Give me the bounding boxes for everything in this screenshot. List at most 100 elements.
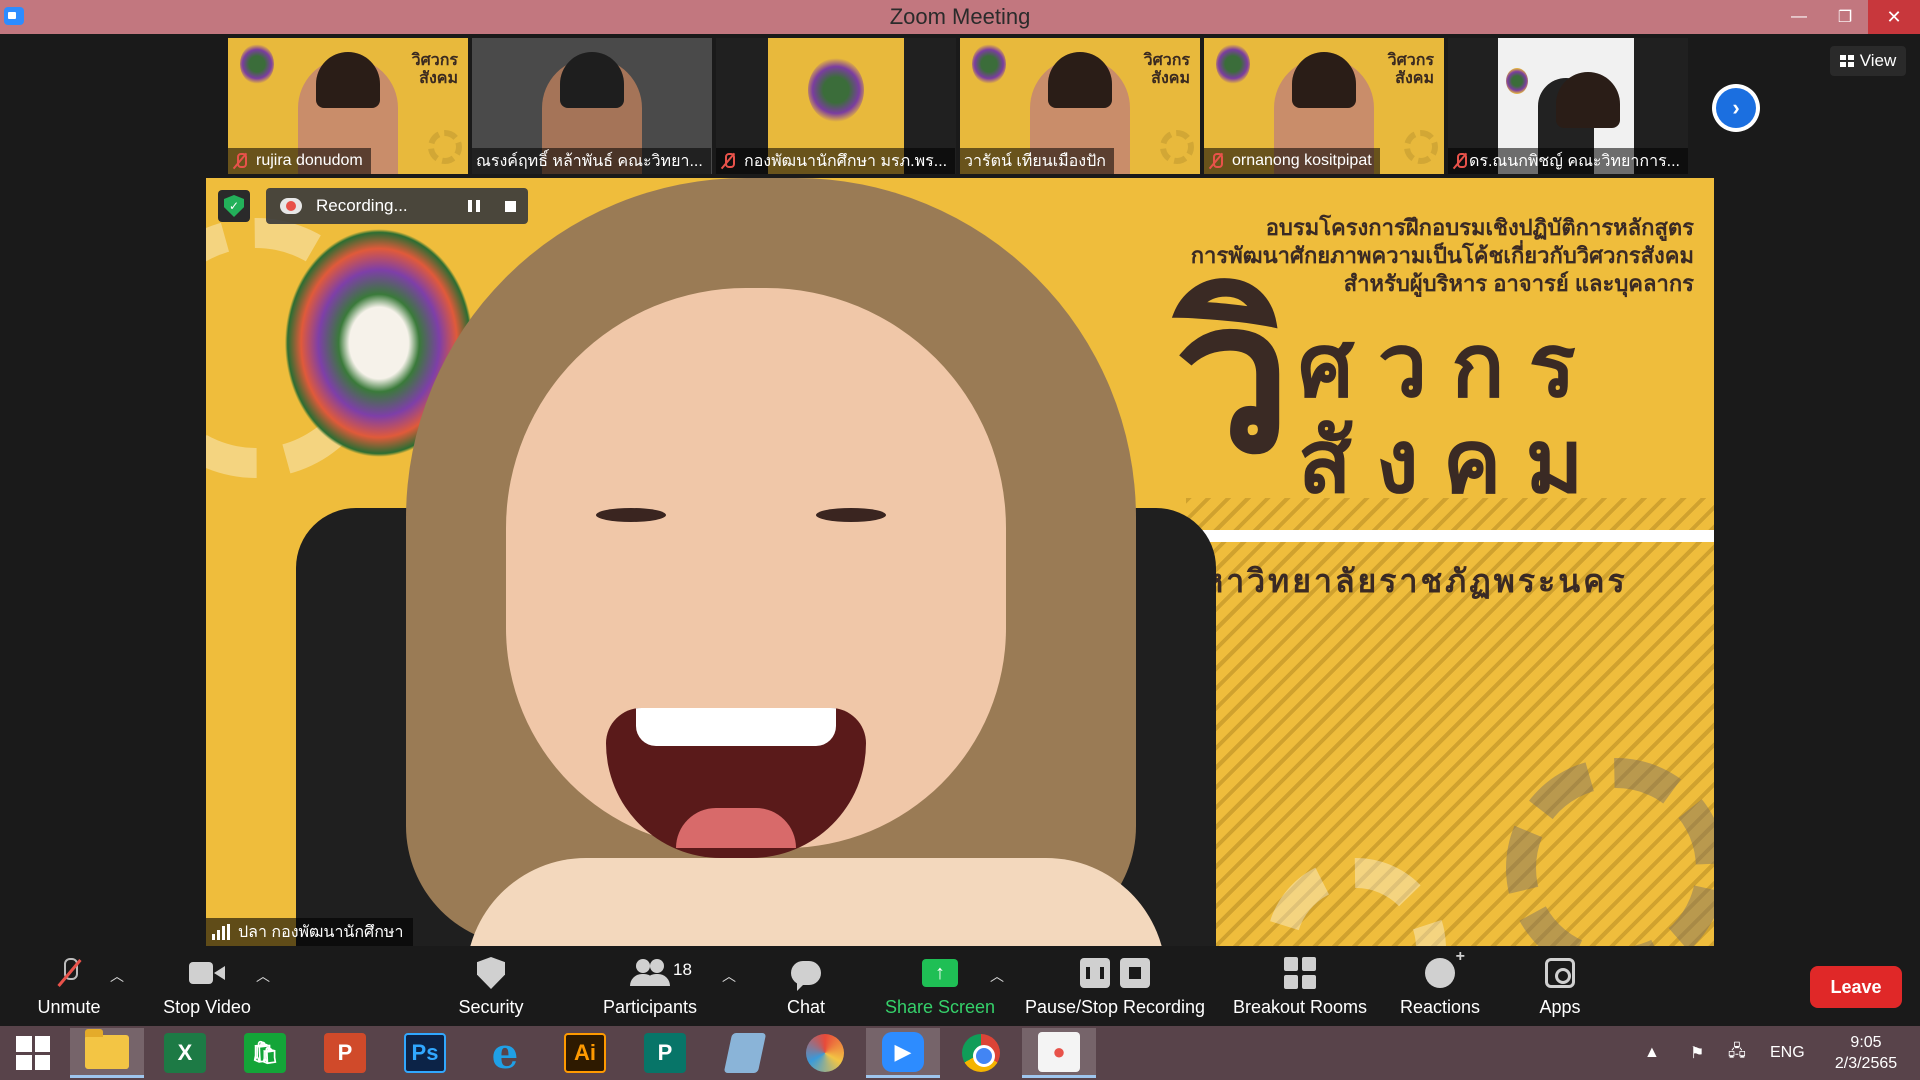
participant-tile[interactable]: ณรงค์ฤทธิ์ หล้าพันธ์ คณะวิทยา...	[472, 38, 712, 174]
restore-button[interactable]: ❐	[1822, 0, 1868, 34]
share-screen-label: Share Screen	[884, 997, 996, 1017]
mic-muted-icon	[1452, 152, 1467, 170]
reactions-button[interactable]: Reactions	[1392, 946, 1488, 1026]
participants-label: Participants	[602, 997, 698, 1017]
input-language-indicator[interactable]: ENG	[1770, 1026, 1805, 1080]
taskbar-file-explorer[interactable]	[70, 1028, 144, 1078]
share-screen-button[interactable]: ↑ Share Screen	[880, 946, 1000, 1026]
taskbar-photoshop[interactable]: Ps	[388, 1028, 462, 1078]
video-options-caret-icon[interactable]: ︿	[256, 966, 270, 986]
taskbar-photos[interactable]: ●	[1022, 1028, 1096, 1078]
reaction-smiley-icon	[1425, 948, 1465, 988]
participant-tile[interactable]: ดร.ณนกพิชญ์ คณะวิทยาการ...	[1448, 38, 1688, 174]
poster-brand: วิศวกร สังคม	[1387, 52, 1434, 87]
audio-options-caret-icon[interactable]: ︿	[110, 966, 124, 986]
mic-muted-icon	[1208, 152, 1224, 170]
breakout-rooms-icon	[1284, 957, 1316, 989]
zoom-app-icon	[4, 7, 24, 25]
taskbar-clock[interactable]: 9:05 2/3/2565	[1820, 1032, 1912, 1074]
powerpoint-icon: P	[324, 1033, 366, 1073]
speaker-eye	[816, 508, 886, 522]
pause-stop-recording-label: Pause/Stop Recording	[1024, 997, 1206, 1017]
gallery-next-button[interactable]: ›	[1712, 84, 1760, 132]
stop-recording-button[interactable]	[492, 188, 528, 224]
participant-tile[interactable]: วิศวกร สังคม วารัตน์ เทียนเมืองปัก	[960, 38, 1200, 174]
stop-video-label: Stop Video	[163, 997, 251, 1017]
taskbar-publisher[interactable]: P	[628, 1028, 702, 1078]
gear-graphic	[1160, 130, 1194, 164]
shield-icon	[477, 957, 505, 989]
excel-icon: X	[164, 1033, 206, 1073]
participant-name: ornanong kositpipat	[1232, 152, 1372, 169]
chat-label: Chat	[786, 997, 826, 1017]
video-camera-icon	[189, 962, 225, 984]
chat-button[interactable]: Chat	[776, 946, 836, 1026]
participant-tile[interactable]: วิศวกร สังคม rujira donudom	[228, 38, 468, 174]
taskbar-zoom[interactable]: ▶	[866, 1028, 940, 1078]
university-logo	[1506, 68, 1528, 94]
taskbar-store[interactable]: 🛍	[228, 1028, 302, 1078]
network-icon[interactable]: 🖧	[1728, 1026, 1746, 1080]
store-bag-icon: 🛍	[244, 1033, 286, 1073]
show-hidden-icons-button[interactable]: ▲	[1644, 1026, 1660, 1080]
participants-icon	[630, 959, 670, 987]
participant-name-tag: กองพัฒนานักศึกษา มรภ.พร...	[716, 148, 956, 174]
start-button[interactable]	[0, 1028, 66, 1078]
unmute-button[interactable]: Unmute	[24, 946, 114, 1026]
poster-brand: วิศวกร สังคม	[411, 52, 458, 87]
participant-name: กองพัฒนานักศึกษา มรภ.พร...	[744, 152, 948, 170]
poster-brand: วิศวกร สังคม	[1143, 52, 1190, 87]
participant-tile[interactable]: วิศวกร สังคม ornanong kositpipat	[1204, 38, 1444, 174]
windows-taskbar: X 🛍 P Ps e Ai P ▶ ● ▲ ⚑ 🖧 ENG 9:05 2/3/2…	[0, 1026, 1920, 1080]
gear-graphic	[1404, 130, 1438, 164]
participants-button[interactable]: Participants	[596, 946, 704, 1026]
poster-university: มหาวิทยาลัยราชภัฏพระนคร	[1178, 563, 1628, 599]
breakout-rooms-button[interactable]: Breakout Rooms	[1230, 946, 1370, 1026]
illustrator-icon: Ai	[564, 1033, 606, 1073]
taskbar-internet-explorer[interactable]: e	[468, 1028, 542, 1078]
poster-big-title: สังคม	[1298, 412, 1608, 511]
unmute-label: Unmute	[37, 997, 101, 1017]
participants-options-caret-icon[interactable]: ︿	[722, 966, 736, 986]
share-screen-arrow-icon: ↑	[922, 959, 958, 987]
breakout-rooms-label: Breakout Rooms	[1232, 997, 1368, 1017]
share-options-caret-icon[interactable]: ︿	[990, 966, 1004, 986]
university-logo	[972, 44, 1006, 84]
meeting-area: วิศวกร สังคม rujira donudom ณรงค์ฤทธิ์ ห…	[0, 34, 1920, 946]
poster-line: อบรมโครงการฝึกอบรมเชิงปฏิบัติการหลักสูตร	[1265, 215, 1694, 240]
university-logo	[1216, 44, 1250, 84]
view-button[interactable]: View	[1830, 46, 1906, 76]
apps-button[interactable]: Apps	[1530, 946, 1590, 1026]
signal-strength-icon	[212, 924, 230, 940]
pause-recording-button[interactable]	[456, 188, 492, 224]
poster-big-title: ศวกร	[1298, 316, 1600, 415]
mic-muted-icon	[60, 958, 78, 988]
taskbar-powerpoint[interactable]: P	[308, 1028, 382, 1078]
pause-icon	[468, 200, 480, 212]
apps-label: Apps	[1539, 997, 1581, 1017]
pause-stop-icon	[1080, 958, 1150, 988]
encryption-shield-icon[interactable]: ✓	[218, 190, 250, 222]
pause-stop-recording-button[interactable]: Pause/Stop Recording	[1022, 946, 1208, 1026]
participant-tile[interactable]: กองพัฒนานักศึกษา มรภ.พร...	[716, 38, 956, 174]
speaker-shirt	[466, 858, 1166, 946]
title-bar: Zoom Meeting — ❐ ✕	[0, 0, 1920, 34]
clock-date: 2/3/2565	[1834, 1055, 1898, 1072]
taskbar-photoscape[interactable]	[788, 1028, 862, 1078]
poster-line: สำหรับผู้บริหาร อาจารย์ และบุคลากร	[1343, 271, 1694, 296]
taskbar-chrome[interactable]	[944, 1028, 1018, 1078]
security-button[interactable]: Security	[446, 946, 536, 1026]
leave-button[interactable]: Leave	[1810, 966, 1902, 1008]
stop-video-button[interactable]: Stop Video	[152, 946, 262, 1026]
recording-label: Recording...	[316, 196, 408, 215]
taskbar-illustrator[interactable]: Ai	[548, 1028, 622, 1078]
close-button[interactable]: ✕	[1868, 0, 1920, 34]
action-center-flag-icon[interactable]: ⚑	[1690, 1026, 1704, 1080]
internet-explorer-icon: e	[491, 1028, 519, 1078]
chevron-up-icon: ▲	[1644, 1044, 1660, 1061]
chrome-icon	[962, 1034, 1000, 1072]
taskbar-excel[interactable]: X	[148, 1028, 222, 1078]
minimize-button[interactable]: —	[1776, 0, 1822, 34]
taskbar-notepad[interactable]	[708, 1028, 782, 1078]
security-label: Security	[458, 997, 524, 1017]
